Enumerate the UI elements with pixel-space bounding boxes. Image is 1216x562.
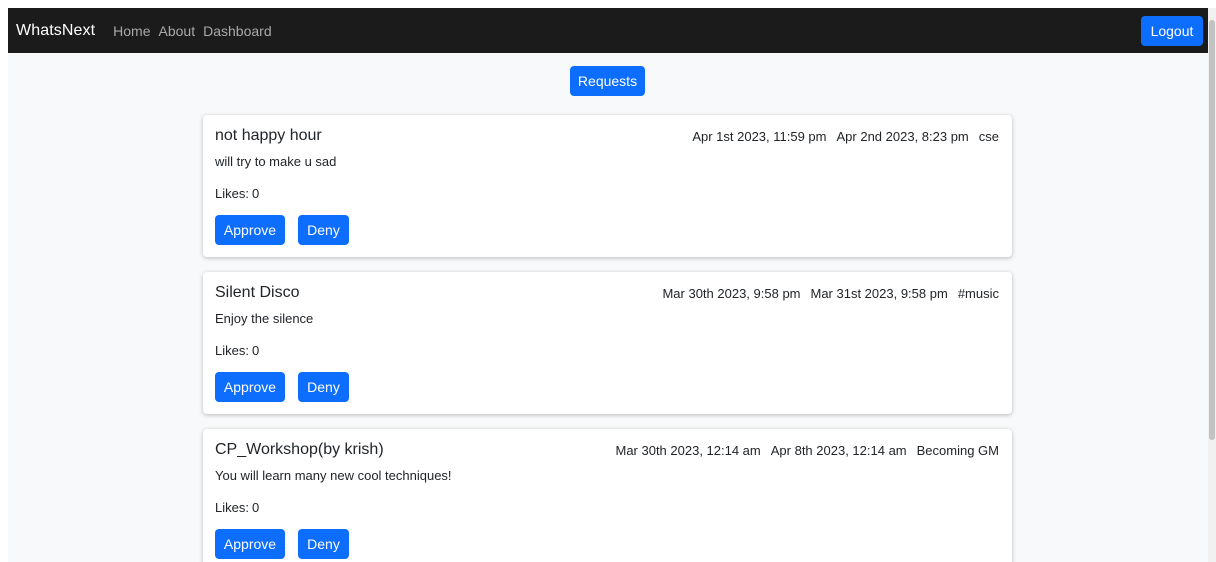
- approve-button[interactable]: Approve: [215, 215, 285, 245]
- likes-count: 0: [251, 343, 260, 358]
- event-start-time: Apr 1st 2023, 11:59 pm: [692, 129, 827, 144]
- deny-button[interactable]: Deny: [298, 372, 349, 402]
- event-tag: cse: [978, 129, 999, 144]
- event-likes: Likes: 0: [215, 186, 259, 201]
- likes-label: Likes:: [215, 186, 249, 201]
- event-tag: Becoming GM: [916, 443, 999, 458]
- nav-link-home[interactable]: Home: [113, 23, 150, 39]
- app-window: WhatsNext Home About Dashboard Logout Re…: [0, 0, 1216, 562]
- requests-button[interactable]: Requests: [570, 66, 645, 96]
- top-navbar: WhatsNext Home About Dashboard Logout: [8, 8, 1208, 53]
- event-description: will try to make u sad: [215, 154, 337, 169]
- event-likes: Likes: 0: [215, 343, 259, 358]
- event-description: You will learn many new cool techniques!: [215, 468, 452, 483]
- event-card: Silent Disco Mar 30th 2023, 9:58 pm Mar …: [203, 272, 1012, 414]
- event-start-time: Mar 30th 2023, 12:14 am: [615, 443, 761, 458]
- window-top-edge: [0, 0, 1216, 8]
- event-start-time: Mar 30th 2023, 9:58 pm: [662, 286, 801, 301]
- event-meta: Apr 1st 2023, 11:59 pm Apr 2nd 2023, 8:2…: [692, 129, 999, 144]
- event-likes: Likes: 0: [215, 500, 259, 515]
- event-card: CP_Workshop(by krish) Mar 30th 2023, 12:…: [203, 429, 1012, 562]
- event-tag: #music: [957, 286, 999, 301]
- deny-button[interactable]: Deny: [298, 529, 349, 559]
- nav-link-dashboard[interactable]: Dashboard: [203, 23, 272, 39]
- event-meta: Mar 30th 2023, 12:14 am Apr 8th 2023, 12…: [615, 443, 999, 458]
- event-end-time: Apr 8th 2023, 12:14 am: [770, 443, 907, 458]
- likes-label: Likes:: [215, 343, 249, 358]
- event-title: Silent Disco: [215, 284, 300, 301]
- nav-link-about[interactable]: About: [159, 23, 196, 39]
- event-end-time: Mar 31st 2023, 9:58 pm: [810, 286, 948, 301]
- event-card: not happy hour Apr 1st 2023, 11:59 pm Ap…: [203, 115, 1012, 257]
- main-content: Requests not happy hour Apr 1st 2023, 11…: [8, 53, 1208, 562]
- likes-count: 0: [251, 500, 260, 515]
- brand-logo[interactable]: WhatsNext: [16, 22, 95, 40]
- logout-button[interactable]: Logout: [1141, 16, 1203, 46]
- event-meta: Mar 30th 2023, 9:58 pm Mar 31st 2023, 9:…: [662, 286, 999, 301]
- event-title: CP_Workshop(by krish): [215, 441, 384, 458]
- approve-button[interactable]: Approve: [215, 372, 285, 402]
- event-end-time: Apr 2nd 2023, 8:23 pm: [836, 129, 969, 144]
- deny-button[interactable]: Deny: [298, 215, 349, 245]
- likes-label: Likes:: [215, 500, 249, 515]
- page-scrollbar[interactable]: [1208, 8, 1216, 562]
- event-title: not happy hour: [215, 127, 322, 144]
- approve-button[interactable]: Approve: [215, 529, 285, 559]
- event-description: Enjoy the silence: [215, 311, 314, 326]
- likes-count: 0: [251, 186, 260, 201]
- scrollbar-thumb[interactable]: [1209, 20, 1215, 440]
